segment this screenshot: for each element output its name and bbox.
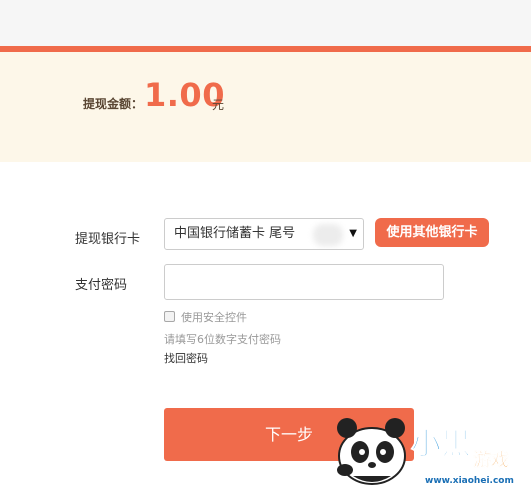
watermark-brand-sub: 游戏	[473, 449, 509, 471]
amount-panel	[0, 52, 531, 162]
masked-card-number	[313, 224, 343, 246]
payment-password-label: 支付密码	[75, 278, 128, 293]
top-bar	[0, 0, 531, 46]
bank-card-select[interactable]: 中国银行储蓄卡 尾号 ▼	[164, 218, 364, 250]
security-control-label[interactable]: 使用安全控件	[181, 309, 247, 325]
use-other-bank-card-button[interactable]: 使用其他银行卡	[375, 218, 489, 247]
amount-unit: 元	[212, 98, 225, 112]
payment-password-input[interactable]	[164, 264, 444, 300]
watermark-brand: 小黑	[411, 427, 471, 462]
security-control-checkbox[interactable]	[164, 311, 175, 322]
bank-card-selected-value: 中国银行储蓄卡 尾号	[174, 226, 296, 241]
amount-label: 提现金额：	[83, 97, 144, 111]
watermark-logo: 小黑 游戏 www.xiaohei.com	[337, 418, 514, 486]
dropdown-arrow-icon: ▼	[349, 228, 357, 239]
watermark-url: www.xiaohei.com	[425, 476, 514, 486]
password-hint: 请填写6位数字支付密码	[164, 333, 281, 346]
panda-mascot-icon	[337, 418, 406, 485]
bank-card-label: 提现银行卡	[75, 232, 141, 247]
forgot-password-link[interactable]: 找回密码	[164, 350, 208, 366]
